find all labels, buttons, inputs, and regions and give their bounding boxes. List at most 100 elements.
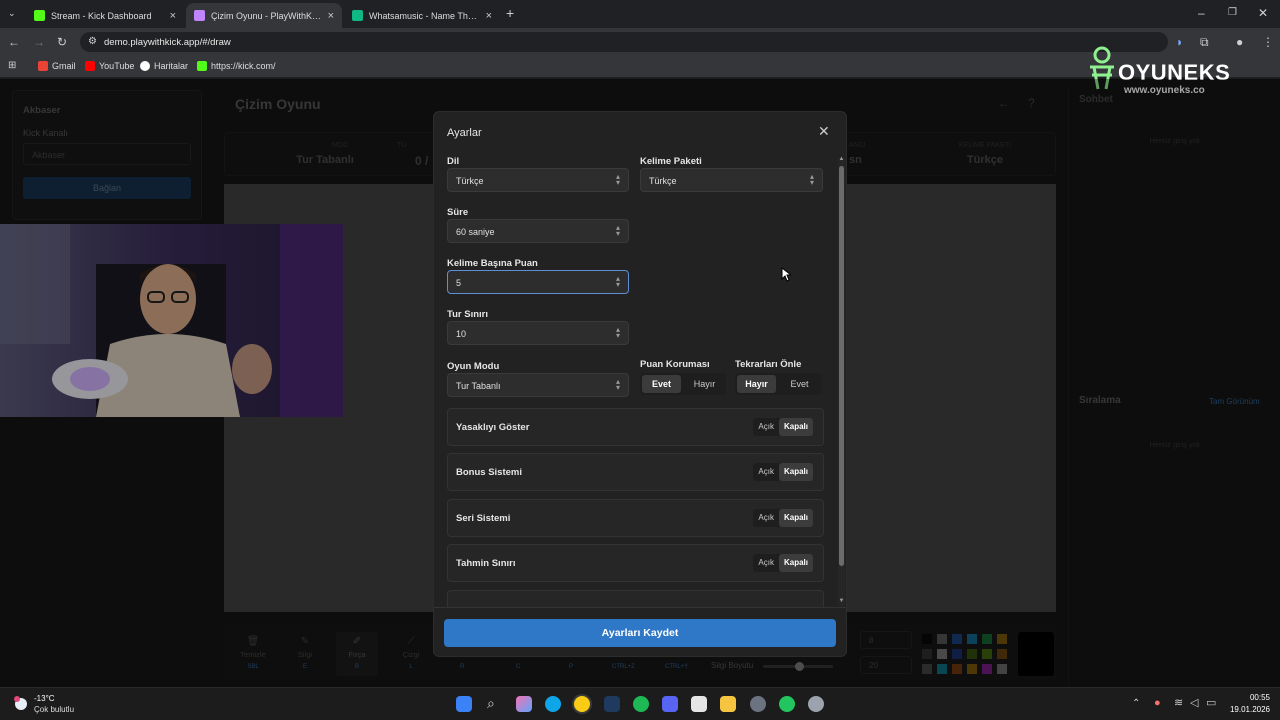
toggle-on-option[interactable]: Açık (753, 509, 779, 527)
app-icon[interactable] (808, 696, 824, 712)
tab-kick-dashboard[interactable]: Stream - Kick Dashboard × (26, 3, 184, 28)
spotify-icon[interactable] (633, 696, 649, 712)
language-label: Dil (447, 156, 460, 167)
clock-date[interactable]: 19.01.2026 (1222, 705, 1270, 714)
points-per-word-select[interactable]: 5 ▴ ▾ (447, 270, 629, 294)
round-limit-select[interactable]: 10 ▴ ▾ (447, 321, 629, 345)
game-mode-label: Oyun Modu (447, 361, 500, 372)
tab-cizim-oyunu[interactable]: Çizim Oyunu - PlayWithKick.AP × (186, 3, 342, 28)
reload-icon[interactable]: ↻ (57, 35, 67, 49)
point-protection-yes[interactable]: Evet (642, 375, 681, 393)
toggle-row-guess-limit: Tahmin Sınırı Açık Kapalı (447, 544, 824, 582)
prevent-repeats-toggle: Hayır Evet (735, 373, 821, 395)
prevent-repeats-no[interactable]: Hayır (737, 375, 776, 393)
modal-title: Ayarlar (447, 127, 482, 139)
chrome-icon[interactable] (574, 696, 590, 712)
select-value: 10 (456, 329, 467, 339)
select-arrows-icon: ▴ ▾ (809, 172, 814, 187)
toggle-row-partial (447, 590, 824, 608)
toggle-row-streak-system: Seri Sistemi Açık Kapalı (447, 499, 824, 537)
weather-icon (12, 696, 30, 712)
close-icon[interactable]: × (328, 10, 334, 22)
extensions-puzzle-icon[interactable]: ⧉ (1200, 35, 1209, 49)
on-off-toggle: Açık Kapalı (753, 463, 813, 481)
url-text: demo.playwithkick.app/#/draw (104, 37, 231, 48)
settings-gear-icon[interactable] (750, 696, 766, 712)
discord-icon[interactable] (662, 696, 678, 712)
kick-icon (34, 10, 45, 21)
select-value: Türkçe (456, 176, 484, 186)
toggle-off-option[interactable]: Kapalı (778, 554, 813, 572)
microphone-icon[interactable]: ● (1154, 696, 1161, 710)
snipping-tool-icon[interactable] (691, 696, 707, 712)
select-value: 5 (456, 278, 462, 288)
modal-scrollbar[interactable]: ▲ ▼ (838, 156, 845, 606)
address-bar[interactable]: ⚙ demo.playwithkick.app/#/draw (80, 32, 1168, 52)
bookmark-kick[interactable]: https://kick.com/ (197, 61, 276, 71)
profile-avatar-icon[interactable]: ● (1236, 35, 1243, 49)
toggle-off-option[interactable]: Kapalı (778, 509, 813, 527)
site-info-icon[interactable]: ⚙ (88, 35, 97, 49)
point-protection-label: Puan Koruması (640, 359, 710, 370)
playwithkick-icon (194, 10, 205, 21)
chevron-up-icon[interactable]: ⌃ (1132, 697, 1140, 711)
toggle-label: Bonus Sistemi (456, 467, 522, 478)
tab-search-icon[interactable]: ⌄ (8, 6, 16, 20)
toggle-on-option[interactable]: Açık (753, 554, 779, 572)
minimize-icon[interactable]: – (1198, 6, 1205, 20)
duration-select[interactable]: 60 saniye ▴ ▾ (447, 219, 629, 243)
scroll-up-icon[interactable]: ▲ (838, 156, 845, 162)
word-pack-select[interactable]: Türkçe ▴ ▾ (640, 168, 823, 192)
google-icon (140, 61, 150, 71)
close-icon[interactable]: × (170, 10, 176, 22)
language-select[interactable]: Türkçe ▴ ▾ (447, 168, 629, 192)
points-per-word-label: Kelime Başına Puan (447, 258, 538, 269)
bookmark-gmail[interactable]: Gmail (38, 61, 76, 71)
prevent-repeats-yes[interactable]: Evet (780, 375, 819, 393)
mouse-cursor-icon (781, 266, 793, 287)
apps-grid-icon[interactable]: ⊞ (8, 59, 16, 73)
scroll-down-icon[interactable]: ▼ (838, 598, 845, 604)
select-value: Türkçe (649, 176, 677, 186)
new-tab-icon[interactable]: + (506, 6, 514, 20)
toggle-on-option[interactable]: Açık (753, 463, 779, 481)
duration-label: Süre (447, 207, 469, 218)
select-arrows-icon: ▴ ▾ (615, 274, 620, 289)
point-protection-no[interactable]: Hayır (685, 375, 724, 393)
round-limit-label: Tur Sınırı (447, 309, 488, 320)
toggle-on-option[interactable]: Açık (753, 418, 779, 436)
close-icon[interactable]: × (486, 10, 492, 22)
windows-start-icon[interactable] (456, 696, 472, 712)
prevent-repeats-label: Tekrarları Önle (735, 359, 802, 370)
bookmark-youtube[interactable]: YouTube (85, 61, 134, 71)
file-explorer-icon[interactable] (720, 696, 736, 712)
maximize-icon[interactable]: ❐ (1228, 6, 1237, 20)
forward-icon[interactable]: → (33, 35, 45, 49)
extension-icon[interactable]: ◗ (1176, 35, 1183, 49)
volume-icon[interactable]: ◁ (1190, 696, 1198, 710)
game-mode-select[interactable]: Tur Tabanlı ▴ ▾ (447, 373, 629, 397)
edge-icon[interactable] (545, 696, 561, 712)
scrollbar-thumb[interactable] (839, 166, 844, 566)
steam-icon[interactable] (604, 696, 620, 712)
back-icon[interactable]: ← (8, 35, 20, 49)
select-arrows-icon: ▴ ▾ (615, 223, 620, 238)
save-settings-button[interactable]: Ayarları Kaydet (444, 619, 836, 647)
menu-kebab-icon[interactable]: ⋮ (1262, 35, 1274, 49)
close-window-icon[interactable]: ✕ (1258, 6, 1268, 20)
search-icon[interactable]: ⌕ (487, 696, 495, 710)
windows-taskbar: -13°C Çok bulutlu ⌕ ⌃ ● ≋ ◁ ▭ 00:55 19.0… (0, 687, 1280, 720)
whatsamusic-icon (352, 10, 363, 21)
tab-whatsamusic[interactable]: Whatsamusic - Name That Tun × (344, 3, 500, 28)
wifi-icon[interactable]: ≋ (1174, 696, 1183, 710)
battery-icon[interactable]: ▭ (1206, 696, 1216, 710)
bookmark-haritalar[interactable]: Haritalar (140, 61, 188, 71)
toggle-label: Seri Sistemi (456, 513, 511, 524)
xbox-icon[interactable] (779, 696, 795, 712)
clock-time[interactable]: 00:55 (1228, 693, 1270, 702)
close-icon[interactable]: ✕ (818, 123, 830, 140)
select-value: Tur Tabanlı (456, 381, 501, 391)
copilot-icon[interactable] (516, 696, 532, 712)
toggle-off-option[interactable]: Kapalı (778, 418, 813, 436)
toggle-off-option[interactable]: Kapalı (778, 463, 813, 481)
